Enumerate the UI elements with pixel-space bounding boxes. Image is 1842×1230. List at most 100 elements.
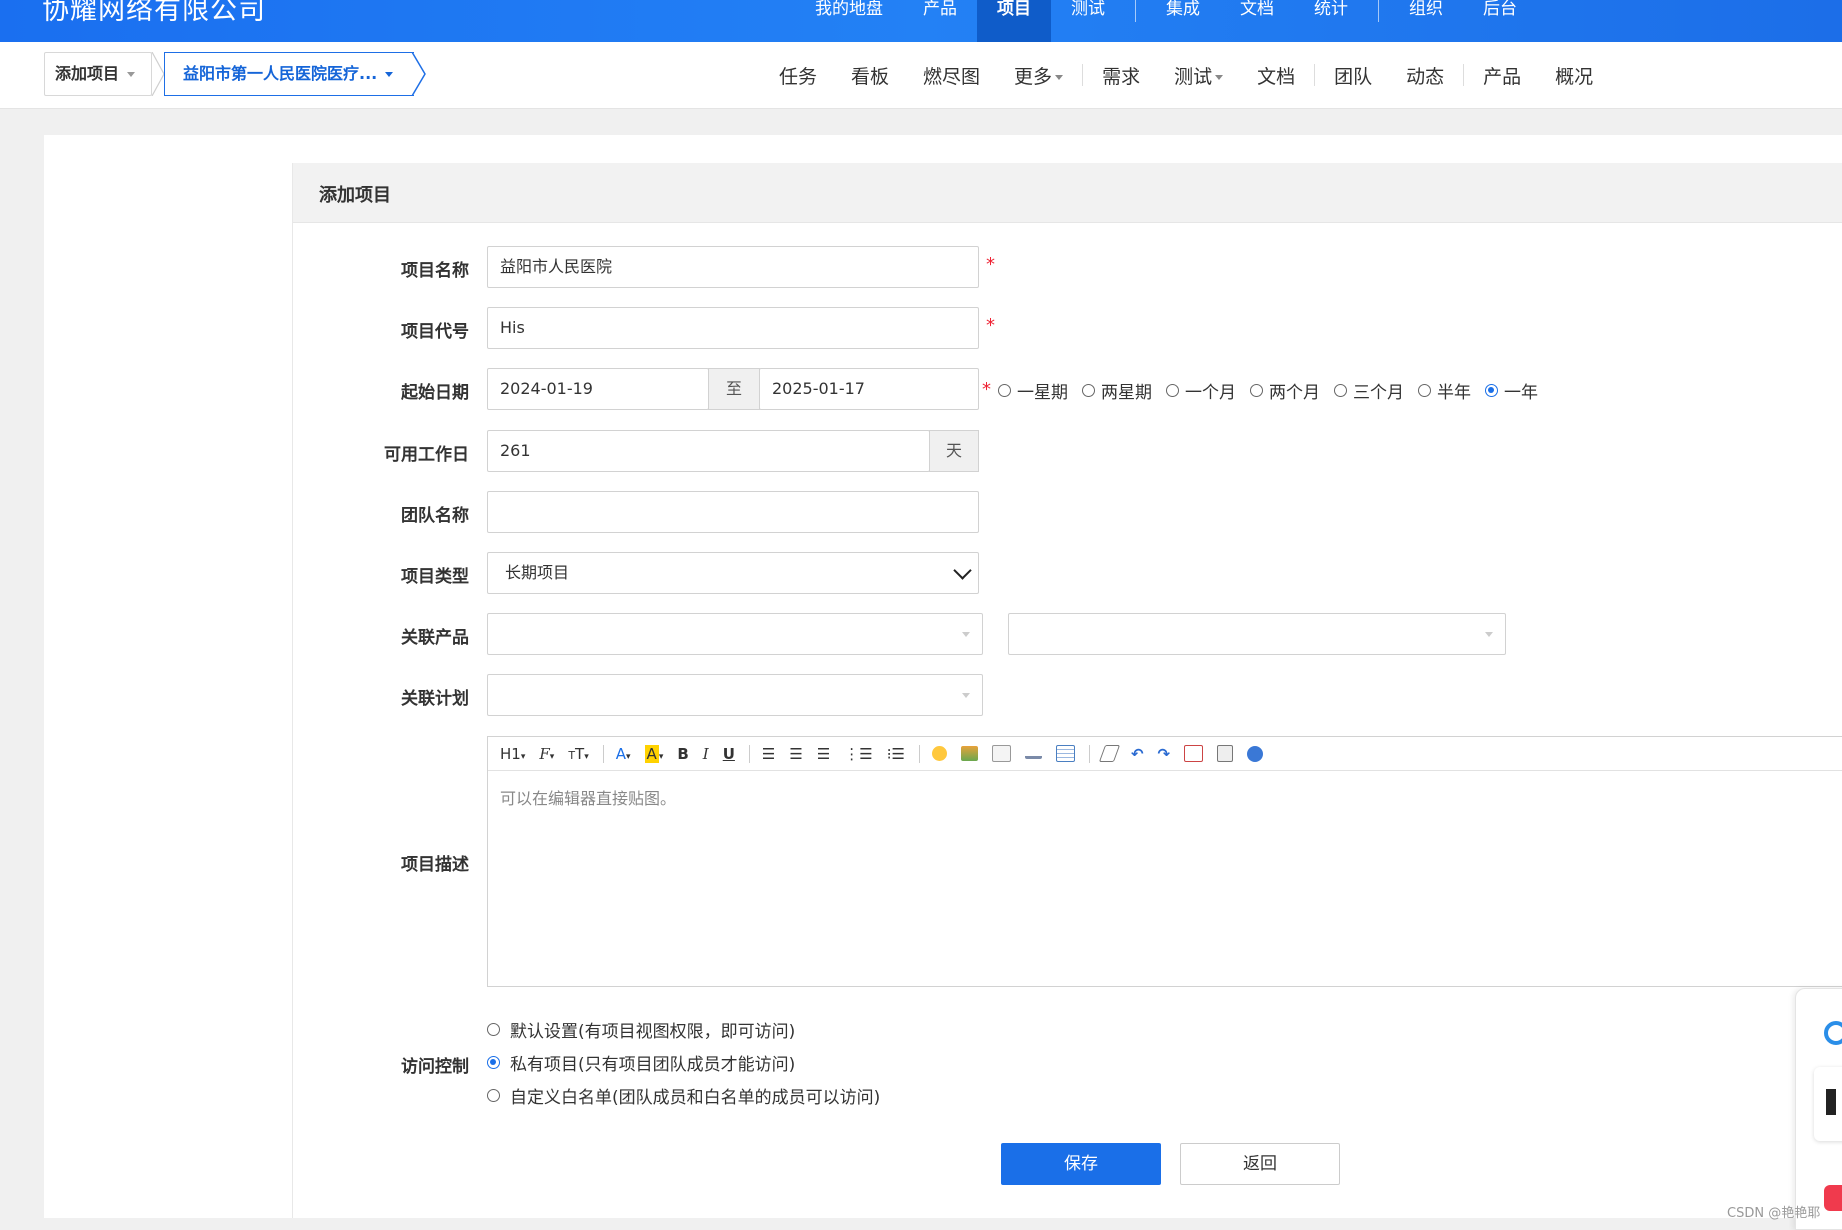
start-date-input[interactable]: 2024-01-19 xyxy=(487,368,709,410)
align-right-icon[interactable]: ☰ xyxy=(817,745,830,763)
required-marker: * xyxy=(982,379,991,400)
quick-range-three-months[interactable]: 三个月 xyxy=(1334,378,1404,403)
project-type-select[interactable]: 长期项目 xyxy=(487,552,979,594)
caret-down-icon xyxy=(1485,632,1493,637)
quick-range-half-year[interactable]: 半年 xyxy=(1418,378,1471,403)
nav-my-dashboard[interactable]: 我的地盘 xyxy=(795,0,903,42)
description-label: 项目描述 xyxy=(401,855,469,875)
caret-down-icon xyxy=(1215,74,1224,80)
code-icon[interactable] xyxy=(991,745,1011,762)
redo-icon[interactable]: ↷ xyxy=(1158,745,1171,763)
side-tool-card[interactable] xyxy=(1814,1067,1842,1141)
acl-option-label: 自定义白名单(团队成员和白名单的成员可以访问) xyxy=(510,1088,881,1108)
align-center-icon[interactable]: ☰ xyxy=(789,745,802,763)
radio-icon xyxy=(1250,384,1263,397)
nav-divider xyxy=(1135,0,1136,22)
quick-range-label: 三个月 xyxy=(1353,383,1404,403)
work-days-input[interactable]: 261 xyxy=(487,430,930,472)
ordered-list-icon[interactable]: ⋮☰ xyxy=(844,745,872,763)
eraser-icon[interactable] xyxy=(1098,745,1121,762)
radio-icon xyxy=(487,1023,500,1036)
underline-button[interactable]: U xyxy=(723,745,735,763)
save-button[interactable]: 保存 xyxy=(1001,1143,1161,1185)
nav-stats[interactable]: 统计 xyxy=(1294,0,1368,42)
breadcrumb-add-project[interactable]: 添加项目 xyxy=(44,52,152,96)
project-name-input[interactable]: 益阳市人民医院 xyxy=(487,246,979,288)
back-button[interactable]: 返回 xyxy=(1180,1143,1340,1185)
radio-icon xyxy=(1082,384,1095,397)
acl-default-option[interactable]: 默认设置(有项目视图权限，即可访问) xyxy=(487,1017,795,1042)
table-icon[interactable] xyxy=(1055,745,1075,762)
date-range-separator: 至 xyxy=(708,368,760,410)
subnav-dynamic[interactable]: 动态 xyxy=(1389,62,1461,89)
emoji-icon[interactable] xyxy=(931,746,947,761)
subnav-overview[interactable]: 概况 xyxy=(1538,62,1610,89)
app-icon[interactable] xyxy=(1824,1185,1842,1211)
nav-org[interactable]: 组织 xyxy=(1389,0,1463,42)
font-size-button[interactable]: TT▾ xyxy=(568,745,588,763)
quick-range-label: 两星期 xyxy=(1101,383,1152,403)
nav-test[interactable]: 测试 xyxy=(1051,0,1125,42)
align-left-icon[interactable]: ☰ xyxy=(762,745,775,763)
breadcrumb-project-select[interactable]: 益阳市第一人民医院医疗... xyxy=(164,52,414,96)
font-color-button[interactable]: A▾ xyxy=(616,745,631,763)
quick-range-year[interactable]: 一年 xyxy=(1485,378,1538,403)
acl-private-option[interactable]: 私有项目(只有项目团队成员才能访问) xyxy=(487,1050,795,1075)
font-color-label: A xyxy=(615,744,627,763)
required-marker: * xyxy=(986,315,995,336)
team-name-label: 团队名称 xyxy=(401,506,469,526)
help-icon[interactable] xyxy=(1247,745,1264,762)
font-size-label: T xyxy=(575,744,585,763)
heading-button[interactable]: H1▾ xyxy=(500,745,525,763)
subnav-doc[interactable]: 文档 xyxy=(1240,62,1312,89)
toolbox-icon xyxy=(1826,1089,1836,1115)
assistant-icon[interactable] xyxy=(1824,1021,1842,1045)
nav-admin[interactable]: 后台 xyxy=(1463,0,1537,42)
description-editor[interactable]: H1▾ F▾ TT▾ A▾ A ▾ B I U ☰ ☰ ☰ ⋮☰ ⁝☰ ↶ ↷ 可… xyxy=(487,736,1842,987)
end-date-input[interactable]: 2025-01-17 xyxy=(759,368,979,410)
quick-range-week[interactable]: 一星期 xyxy=(998,378,1068,403)
subnav-test-label: 测试 xyxy=(1174,65,1213,88)
undo-icon[interactable]: ↶ xyxy=(1131,745,1144,763)
team-name-input[interactable] xyxy=(487,491,979,533)
start-date-label: 起始日期 xyxy=(401,383,469,403)
nav-product[interactable]: 产品 xyxy=(903,0,977,42)
subnav-kanban[interactable]: 看板 xyxy=(834,62,906,89)
linked-product-label: 关联产品 xyxy=(401,628,469,648)
quick-range-two-weeks[interactable]: 两星期 xyxy=(1082,378,1152,403)
linked-plan-select[interactable] xyxy=(487,674,983,716)
subnav-test[interactable]: 测试 xyxy=(1157,62,1240,89)
quick-range-month[interactable]: 一个月 xyxy=(1166,378,1236,403)
fullscreen-icon[interactable] xyxy=(1184,745,1204,762)
link-icon[interactable] xyxy=(1024,748,1042,759)
form-title: 添加项目 xyxy=(319,185,391,206)
radio-icon xyxy=(1418,384,1431,397)
italic-button[interactable]: I xyxy=(703,745,709,763)
linked-plan-product-select[interactable] xyxy=(1008,613,1506,655)
image-icon[interactable] xyxy=(960,746,978,761)
paste-icon[interactable] xyxy=(1217,745,1234,762)
nav-project[interactable]: 项目 xyxy=(977,0,1051,42)
font-family-button[interactable]: F▾ xyxy=(539,745,554,763)
linked-product-select[interactable] xyxy=(487,613,983,655)
bold-button[interactable]: B xyxy=(677,745,688,763)
subnav-more[interactable]: 更多 xyxy=(997,62,1080,89)
acl-option-label: 私有项目(只有项目团队成员才能访问) xyxy=(510,1055,796,1075)
subnav-team[interactable]: 团队 xyxy=(1317,62,1389,89)
bg-color-button[interactable]: A ▾ xyxy=(644,744,663,763)
nav-doc[interactable]: 文档 xyxy=(1220,0,1294,42)
subnav-product[interactable]: 产品 xyxy=(1466,62,1538,89)
unordered-list-icon[interactable]: ⁝☰ xyxy=(887,745,905,763)
acl-whitelist-option[interactable]: 自定义白名单(团队成员和白名单的成员可以访问) xyxy=(487,1083,880,1108)
sub-navbar: 添加项目 益阳市第一人民医院医疗... 任务 看板 燃尽图 更多 需求 测试 文… xyxy=(0,42,1842,109)
project-code-input[interactable]: His xyxy=(487,307,979,349)
heading-label: H1 xyxy=(500,744,521,763)
subnav-divider xyxy=(1463,64,1465,86)
subnav-story[interactable]: 需求 xyxy=(1085,62,1157,89)
subnav-task[interactable]: 任务 xyxy=(762,62,834,89)
quick-range-label: 一个月 xyxy=(1185,383,1236,403)
quick-range-two-months[interactable]: 两个月 xyxy=(1250,378,1320,403)
nav-integration[interactable]: 集成 xyxy=(1146,0,1220,42)
radio-icon xyxy=(487,1089,500,1102)
subnav-burndown[interactable]: 燃尽图 xyxy=(906,62,997,89)
